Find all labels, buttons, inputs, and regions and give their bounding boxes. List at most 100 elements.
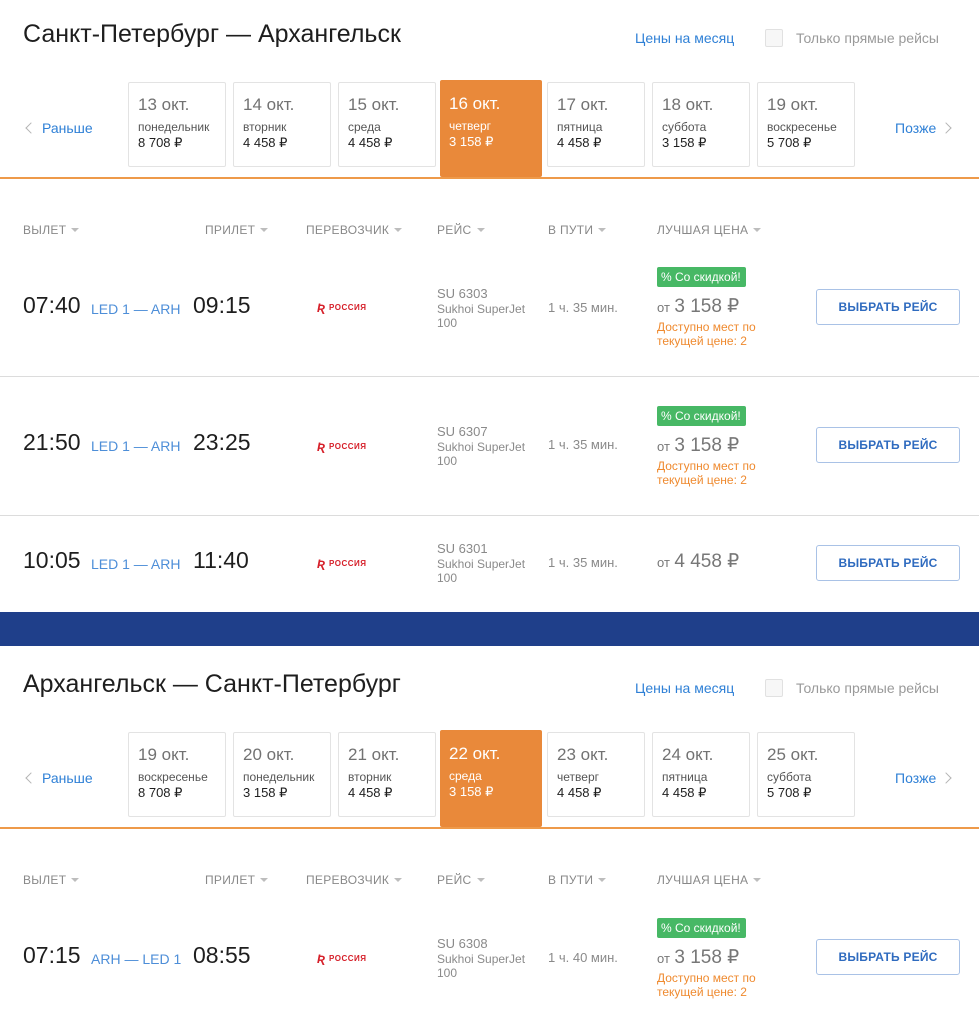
caret-down-icon	[394, 878, 403, 882]
arrival-time: 09:15	[193, 292, 251, 318]
sort-arrival-label: ПРИЛЕТ	[205, 223, 256, 237]
caret-down-icon	[476, 228, 485, 232]
discount-badge: % Со скидкой!	[657, 406, 746, 426]
date-card-price: 3 158 ₽	[662, 135, 707, 150]
date-card[interactable]: 20 окт. понедельник 3 158 ₽	[233, 732, 331, 817]
sort-duration[interactable]: В ПУТИ	[548, 873, 607, 887]
airline-name: РОССИЯ	[329, 559, 367, 568]
direct-flights-filter[interactable]: Только прямые рейсы	[765, 678, 939, 698]
date-card-date: 19 окт.	[138, 745, 190, 764]
date-card[interactable]: 19 окт. воскресенье 5 708 ₽	[757, 82, 855, 167]
airline-name: РОССИЯ	[329, 442, 367, 451]
best-price: от 4 458 ₽	[657, 551, 739, 574]
earlier-label: Раньше	[42, 120, 93, 136]
aircraft-type: Sukhoi SuperJet 100	[437, 952, 526, 980]
aircraft-type: Sukhoi SuperJet 100	[437, 302, 526, 330]
airline-logo: Ʀ РОССИЯ	[317, 441, 367, 453]
date-card-price: 8 708 ₽	[138, 135, 183, 150]
outbound-section: Санкт-Петербург — Архангельск Цены на ме…	[0, 0, 979, 612]
sort-arrival[interactable]: ПРИЛЕТ	[205, 223, 269, 237]
sort-flight[interactable]: РЕЙС	[437, 873, 485, 887]
earlier-dates-button[interactable]: Раньше	[25, 770, 93, 786]
direct-flights-filter[interactable]: Только прямые рейсы	[765, 28, 939, 48]
date-card-date: 24 окт.	[662, 745, 714, 764]
flight-info: SU 6301 Sukhoi SuperJet 100	[437, 541, 537, 585]
rossiya-logo-icon: Ʀ	[317, 557, 326, 571]
date-card-weekday: суббота	[662, 120, 707, 134]
price-amount: 4 458 ₽	[674, 551, 740, 572]
caret-down-icon	[476, 878, 485, 882]
direct-flights-checkbox[interactable]	[765, 29, 783, 47]
sort-departure[interactable]: ВЫЛЕТ	[23, 223, 80, 237]
sort-flight-label: РЕЙС	[437, 873, 472, 887]
date-card[interactable]: 14 окт. вторник 4 458 ₽	[233, 82, 331, 167]
date-card-selected[interactable]: 16 окт. четверг 3 158 ₽	[440, 80, 542, 177]
later-dates-button[interactable]: Позже	[895, 770, 952, 786]
best-price: от 3 158 ₽	[657, 435, 739, 458]
select-flight-button[interactable]: ВЫБРАТЬ РЕЙС	[816, 939, 960, 975]
select-flight-button[interactable]: ВЫБРАТЬ РЕЙС	[816, 289, 960, 325]
sort-carrier[interactable]: ПЕРЕВОЗЧИК	[306, 223, 403, 237]
date-card-date: 17 окт.	[557, 95, 609, 114]
select-flight-button[interactable]: ВЫБРАТЬ РЕЙС	[816, 427, 960, 463]
sort-price[interactable]: ЛУЧШАЯ ЦЕНА	[657, 223, 762, 237]
date-card-price: 4 458 ₽	[662, 785, 707, 800]
sort-arrival[interactable]: ПРИЛЕТ	[205, 873, 269, 887]
sort-flight[interactable]: РЕЙС	[437, 223, 485, 237]
date-card-selected[interactable]: 22 окт. среда 3 158 ₽	[440, 730, 542, 827]
date-card-weekday: среда	[449, 769, 482, 783]
seats-availability: Доступно мест по текущей цене: 2	[657, 320, 756, 348]
route-airports: LED 1 — ARH	[91, 556, 181, 572]
best-price: от 3 158 ₽	[657, 947, 739, 970]
section-divider	[0, 612, 979, 646]
date-card-weekday: понедельник	[243, 770, 315, 784]
sort-duration[interactable]: В ПУТИ	[548, 223, 607, 237]
later-dates-button[interactable]: Позже	[895, 120, 952, 136]
date-card-price: 3 158 ₽	[449, 134, 494, 149]
date-card[interactable]: 18 окт. суббота 3 158 ₽	[652, 82, 750, 167]
seats-availability: Доступно мест по текущей цене: 2	[657, 971, 756, 999]
date-card[interactable]: 19 окт. воскресенье 8 708 ₽	[128, 732, 226, 817]
date-card-date: 25 окт.	[767, 745, 819, 764]
date-card-price: 3 158 ₽	[243, 785, 288, 800]
date-card-date: 14 окт.	[243, 95, 295, 114]
date-card-weekday: пятница	[662, 770, 708, 784]
date-card[interactable]: 15 окт. среда 4 458 ₽	[338, 82, 436, 167]
month-prices-link[interactable]: Цены на месяц	[635, 679, 734, 697]
caret-down-icon	[753, 878, 762, 882]
date-card[interactable]: 23 окт. четверг 4 458 ₽	[547, 732, 645, 817]
airline-logo: Ʀ РОССИЯ	[317, 558, 367, 570]
direct-flights-checkbox[interactable]	[765, 679, 783, 697]
date-card-weekday: суббота	[767, 770, 812, 784]
date-card-price: 4 458 ₽	[243, 135, 288, 150]
route-airports: ARH — LED 1	[91, 951, 182, 967]
price-from: от	[657, 300, 670, 315]
date-card[interactable]: 24 окт. пятница 4 458 ₽	[652, 732, 750, 817]
departure-time: 10:05	[23, 547, 81, 573]
date-card[interactable]: 25 окт. суббота 5 708 ₽	[757, 732, 855, 817]
airline-name: РОССИЯ	[329, 954, 367, 963]
date-card[interactable]: 21 окт. вторник 4 458 ₽	[338, 732, 436, 817]
caret-down-icon	[71, 878, 80, 882]
caret-down-icon	[260, 878, 269, 882]
sort-price-label: ЛУЧШАЯ ЦЕНА	[657, 223, 749, 237]
airline-name: РОССИЯ	[329, 303, 367, 312]
month-prices-link[interactable]: Цены на месяц	[635, 29, 734, 47]
flight-info: SU 6303 Sukhoi SuperJet 100	[437, 286, 537, 330]
departure-time: 21:50	[23, 429, 81, 455]
date-card[interactable]: 17 окт. пятница 4 458 ₽	[547, 82, 645, 167]
sort-price[interactable]: ЛУЧШАЯ ЦЕНА	[657, 873, 762, 887]
sort-departure[interactable]: ВЫЛЕТ	[23, 873, 80, 887]
aircraft-type: Sukhoi SuperJet 100	[437, 440, 526, 468]
date-card-price: 5 708 ₽	[767, 135, 812, 150]
earlier-dates-button[interactable]: Раньше	[25, 120, 93, 136]
date-card-weekday: вторник	[243, 120, 287, 134]
rossiya-logo-icon: Ʀ	[317, 440, 326, 454]
chevron-right-icon	[940, 772, 952, 784]
sort-carrier[interactable]: ПЕРЕВОЗЧИК	[306, 873, 403, 887]
caret-down-icon	[753, 228, 762, 232]
sort-carrier-label: ПЕРЕВОЗЧИК	[306, 223, 390, 237]
date-card[interactable]: 13 окт. понедельник 8 708 ₽	[128, 82, 226, 167]
select-flight-button[interactable]: ВЫБРАТЬ РЕЙС	[816, 545, 960, 581]
sort-departure-label: ВЫЛЕТ	[23, 873, 67, 887]
